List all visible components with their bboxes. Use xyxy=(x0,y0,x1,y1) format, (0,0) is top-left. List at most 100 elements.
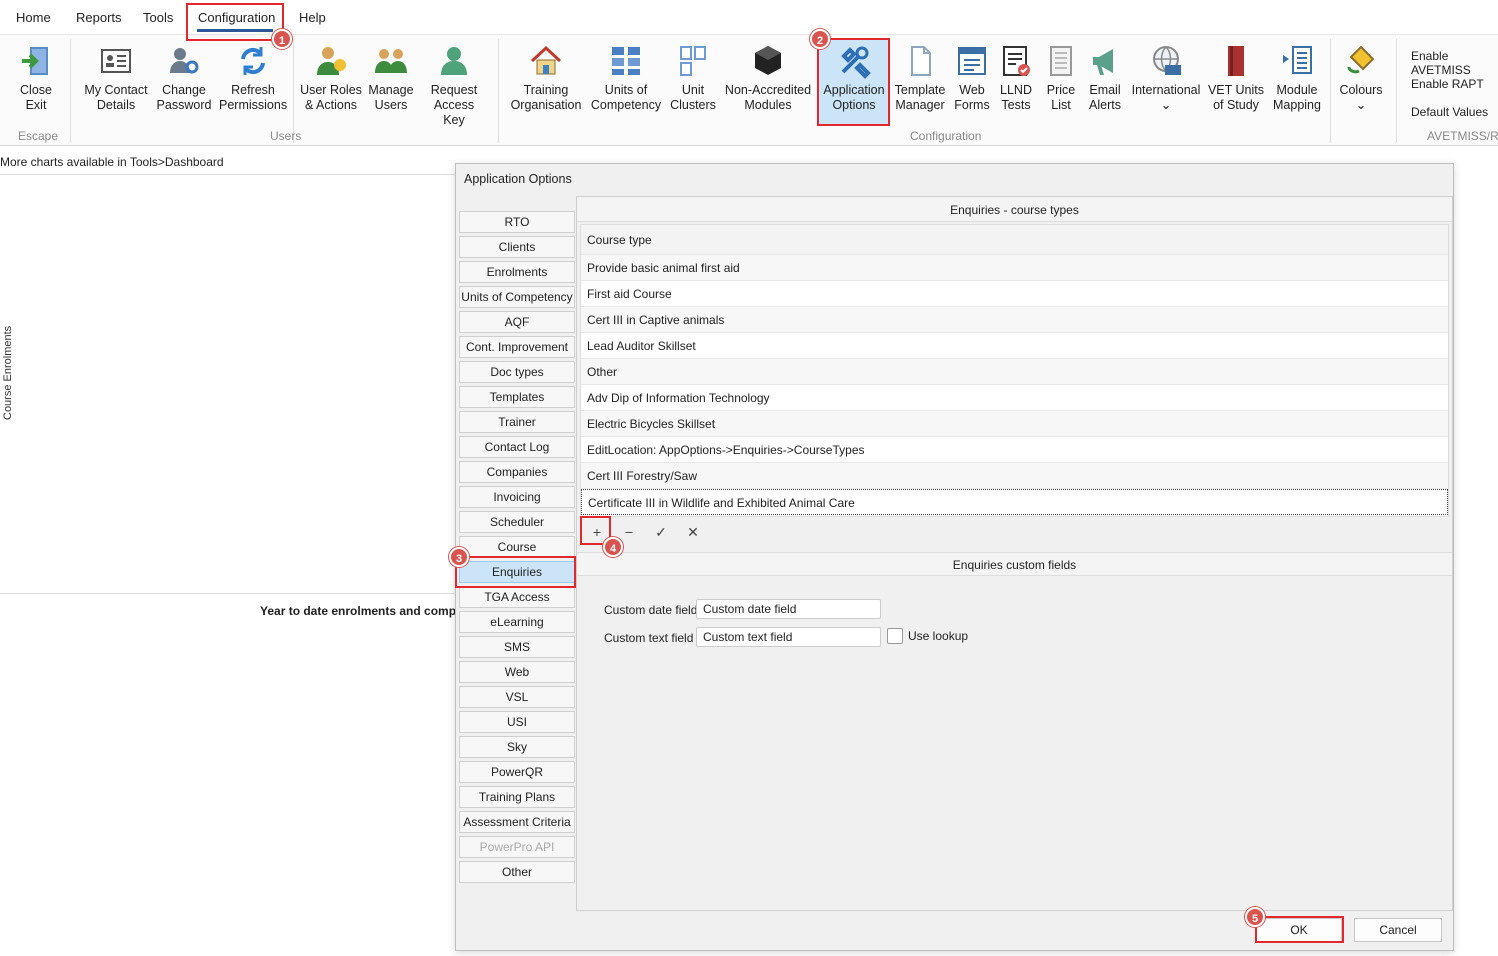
table-row[interactable]: Cert III Forestry/Saw xyxy=(581,463,1448,489)
tab-home[interactable]: Home xyxy=(16,10,51,25)
units-comp-label-1: Units of xyxy=(604,83,648,97)
unit-clusters-label-2: Clusters xyxy=(670,98,716,112)
confirm-row-button[interactable]: ✓ xyxy=(647,519,675,545)
unit-clusters-button[interactable]: Unit Clusters xyxy=(670,43,716,113)
close-exit-label-1: Close xyxy=(20,83,52,97)
users-group-icon xyxy=(375,49,407,73)
request-access-key-button[interactable]: Request Access Key xyxy=(422,43,486,128)
document-icon xyxy=(911,46,931,76)
template-manager-label-1: Template xyxy=(894,83,946,97)
nav-item-usi[interactable]: USI xyxy=(459,711,575,733)
table-row[interactable]: Electric Bicycles Skillset xyxy=(581,411,1448,437)
nav-item-doc-types[interactable]: Doc types xyxy=(459,361,575,383)
manage-users-button[interactable]: Manage Users xyxy=(366,43,416,113)
change-password-button[interactable]: Change Password xyxy=(156,43,212,113)
table-row[interactable]: Adv Dip of Information Technology xyxy=(581,385,1448,411)
nav-item-tga-access[interactable]: TGA Access xyxy=(459,586,575,608)
app-options-label-1: Application xyxy=(823,83,885,97)
default-values-button[interactable]: Default Values xyxy=(1411,105,1488,119)
cube-icon xyxy=(755,46,781,75)
template-manager-button[interactable]: Template Manager xyxy=(893,43,947,113)
table-row[interactable]: Other xyxy=(581,359,1448,385)
ribbon: Close Exit Escape My Contact Details Chang… xyxy=(0,34,1498,146)
cancel-row-button[interactable]: ✕ xyxy=(679,519,707,545)
tab-help[interactable]: Help xyxy=(299,10,326,25)
custom-date-field[interactable]: Custom date field xyxy=(696,599,881,619)
mapping-icon xyxy=(1283,46,1312,74)
enable-rapt-button[interactable]: Enable RAPT xyxy=(1411,77,1484,91)
nav-item-companies[interactable]: Companies xyxy=(459,461,575,483)
nav-item-enrolments[interactable]: Enrolments xyxy=(459,261,575,283)
table-row[interactable]: Lead Auditor Skillset xyxy=(581,333,1448,359)
nav-item-invoicing[interactable]: Invoicing xyxy=(459,486,575,508)
ok-button[interactable]: OK xyxy=(1256,918,1342,942)
refresh-permissions-button[interactable]: Refresh Permissions xyxy=(219,43,287,113)
nav-item-vsl[interactable]: VSL xyxy=(459,686,575,708)
my-contact-label-1: My Contact xyxy=(84,83,148,97)
table-row[interactable]: Cert III in Captive animals xyxy=(581,307,1448,333)
column-header[interactable]: Course type xyxy=(581,225,1448,255)
enable-avetmiss-button[interactable]: Enable AVETMISS xyxy=(1411,49,1498,77)
email-alerts-button[interactable]: Email Alerts xyxy=(1086,43,1124,113)
web-forms-label-2: Forms xyxy=(954,98,990,112)
nav-item-sms[interactable]: SMS xyxy=(459,636,575,658)
table-row[interactable]: EditLocation: AppOptions->Enquiries->Cou… xyxy=(581,437,1448,463)
units-of-competency-button[interactable]: Units of Competency xyxy=(590,43,662,113)
tab-tools[interactable]: Tools xyxy=(143,10,173,25)
vet-units-of-study-button[interactable]: VET Units of Study xyxy=(1207,43,1265,113)
user-icon xyxy=(441,47,467,75)
non-accredited-label-1: Non-Accredited xyxy=(724,83,812,97)
nav-item-aqf[interactable]: AQF xyxy=(459,311,575,333)
manage-users-label-1: Manage xyxy=(368,83,414,97)
custom-text-field[interactable]: Custom text field xyxy=(696,627,881,647)
colours-button[interactable]: Colours ⌄ xyxy=(1336,43,1386,113)
divider xyxy=(70,39,71,143)
nav-item-powerpro-api[interactable]: PowerPro API xyxy=(459,836,575,858)
tab-configuration[interactable]: Configuration xyxy=(198,10,275,25)
nav-item-powerqr[interactable]: PowerQR xyxy=(459,761,575,783)
non-accredited-modules-button[interactable]: Non-Accredited Modules xyxy=(722,43,814,113)
cancel-button[interactable]: Cancel xyxy=(1354,918,1442,942)
module-mapping-button[interactable]: Module Mapping xyxy=(1270,43,1324,113)
nav-item-templates[interactable]: Templates xyxy=(459,386,575,408)
user-roles-button[interactable]: User Roles & Actions xyxy=(300,43,362,113)
close-exit-button[interactable]: Close Exit xyxy=(12,43,60,113)
nav-item-rto[interactable]: RTO xyxy=(459,211,575,233)
request-access-label-2: Access Key xyxy=(433,98,475,127)
nav-item-training-plans[interactable]: Training Plans xyxy=(459,786,575,808)
nav-item-trainer[interactable]: Trainer xyxy=(459,411,575,433)
megaphone-icon xyxy=(1093,49,1113,75)
nav-item-course[interactable]: Course xyxy=(459,536,575,558)
nav-item-clients[interactable]: Clients xyxy=(459,236,575,258)
table-row[interactable]: Certificate III in Wildlife and Exhibite… xyxy=(581,489,1448,515)
request-access-label-1: Request xyxy=(430,83,478,97)
user-roles-icon xyxy=(317,47,346,75)
llnd-tests-button[interactable]: LLND Tests xyxy=(997,43,1035,113)
nav-item-other[interactable]: Other xyxy=(459,861,575,883)
nav-item-contact-log[interactable]: Contact Log xyxy=(459,436,575,458)
test-checklist-icon xyxy=(1003,46,1030,76)
book-icon xyxy=(1228,46,1244,76)
avetmiss-group-label: AVETMISS/RA xyxy=(1427,129,1498,143)
tab-reports[interactable]: Reports xyxy=(76,10,122,25)
international-button[interactable]: International ⌄ xyxy=(1131,43,1201,113)
refresh-label-1: Refresh xyxy=(231,83,275,97)
nav-item-elearning[interactable]: eLearning xyxy=(459,611,575,633)
table-row[interactable]: Provide basic animal first aid xyxy=(581,255,1448,281)
step-badge-4: 4 xyxy=(603,537,623,557)
nav-item-sky[interactable]: Sky xyxy=(459,736,575,758)
nav-item-scheduler[interactable]: Scheduler xyxy=(459,511,575,533)
web-forms-button[interactable]: Web Forms xyxy=(953,43,991,113)
nav-item-enquiries[interactable]: Enquiries xyxy=(459,561,575,583)
nav-item-web[interactable]: Web xyxy=(459,661,575,683)
nav-item-cont-improvement[interactable]: Cont. Improvement xyxy=(459,336,575,358)
table-row[interactable]: First aid Course xyxy=(581,281,1448,307)
custom-text-label: Custom text field xyxy=(604,631,694,645)
price-list-button[interactable]: Price List xyxy=(1042,43,1080,113)
nav-item-units-of-competency[interactable]: Units of Competency xyxy=(459,286,575,308)
my-contact-details-button[interactable]: My Contact Details xyxy=(84,43,148,113)
training-organisation-button[interactable]: Training Organisation xyxy=(508,43,584,113)
nav-item-assessment-criteria[interactable]: Assessment Criteria xyxy=(459,811,575,833)
application-options-button[interactable]: Application Options xyxy=(820,43,888,113)
use-lookup-checkbox[interactable] xyxy=(887,628,903,644)
